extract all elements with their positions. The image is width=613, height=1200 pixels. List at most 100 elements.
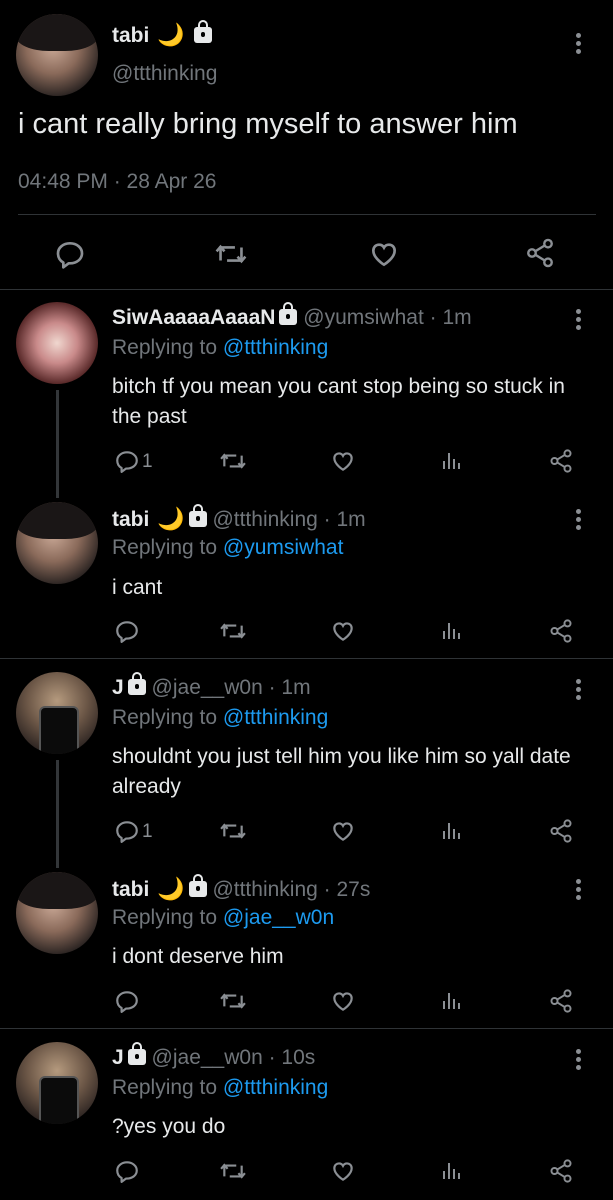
replying-to-handle[interactable]: @ttthinking bbox=[223, 706, 328, 729]
display-name[interactable]: tabi bbox=[112, 508, 149, 531]
more-icon[interactable] bbox=[576, 506, 582, 533]
lock-icon bbox=[188, 874, 207, 897]
author-line: SiwAaaaaAaaaN @yumsiwhat · 1m bbox=[112, 302, 472, 330]
replying-prefix: Replying to bbox=[112, 706, 218, 729]
reply-count: 1 bbox=[142, 451, 153, 472]
avatar[interactable] bbox=[16, 872, 98, 954]
display-name[interactable]: J bbox=[112, 1046, 124, 1069]
divider bbox=[0, 658, 613, 659]
reply-icon[interactable] bbox=[114, 988, 140, 1014]
replying-prefix: Replying to bbox=[112, 906, 218, 929]
replying-to: Replying to @ttthinking bbox=[112, 1076, 328, 1100]
divider bbox=[0, 1028, 613, 1029]
handle[interactable]: @ttthinking bbox=[212, 878, 317, 901]
moon-emoji: 🌙 bbox=[157, 876, 185, 901]
share-icon[interactable] bbox=[524, 236, 556, 270]
replying-prefix: Replying to bbox=[112, 1076, 218, 1099]
avatar[interactable] bbox=[16, 502, 98, 584]
analytics-icon[interactable] bbox=[440, 988, 464, 1014]
handle[interactable]: @ttthinking bbox=[112, 62, 217, 86]
analytics-icon[interactable] bbox=[440, 618, 464, 644]
lock-icon bbox=[127, 1042, 146, 1065]
analytics-icon[interactable] bbox=[440, 818, 464, 844]
retweet-icon[interactable] bbox=[214, 238, 248, 270]
share-icon[interactable] bbox=[548, 448, 574, 474]
reply-icon[interactable] bbox=[114, 618, 140, 644]
handle[interactable]: @jae__w0n bbox=[152, 1046, 263, 1069]
reply-icon[interactable] bbox=[54, 238, 86, 270]
reply-icon[interactable] bbox=[114, 818, 140, 844]
replying-to: Replying to @ttthinking bbox=[112, 706, 328, 730]
avatar[interactable] bbox=[16, 302, 98, 384]
display-name[interactable]: tabi bbox=[112, 878, 149, 901]
avatar[interactable] bbox=[16, 1042, 98, 1124]
replying-to: Replying to @yumsiwhat bbox=[112, 536, 343, 560]
analytics-icon[interactable] bbox=[440, 448, 464, 474]
analytics-icon[interactable] bbox=[440, 1158, 464, 1184]
replying-to-handle[interactable]: @jae__w0n bbox=[223, 906, 334, 929]
handle[interactable]: @yumsiwhat bbox=[303, 306, 424, 329]
moon-emoji: 🌙 bbox=[157, 22, 185, 47]
time: · 1m bbox=[429, 306, 472, 329]
tweet-text: bitch tf you mean you cant stop being so… bbox=[112, 375, 565, 428]
more-icon[interactable] bbox=[576, 876, 582, 903]
time: · 1m bbox=[323, 508, 366, 531]
replying-to: Replying to @jae__w0n bbox=[112, 906, 334, 930]
replying-to-handle[interactable]: @ttthinking bbox=[223, 336, 328, 359]
reply-icon[interactable] bbox=[114, 1158, 140, 1184]
retweet-icon[interactable] bbox=[218, 618, 248, 644]
tweet-text: ?yes you do bbox=[112, 1115, 226, 1138]
replying-prefix: Replying to bbox=[112, 336, 218, 359]
tweet-text: i cant bbox=[112, 576, 163, 599]
heart-icon[interactable] bbox=[330, 448, 356, 474]
retweet-icon[interactable] bbox=[218, 988, 248, 1014]
replying-to-handle[interactable]: @yumsiwhat bbox=[223, 536, 344, 559]
author-line: tabi 🌙 @ttthinking · 1m bbox=[112, 504, 366, 532]
avatar[interactable] bbox=[16, 672, 98, 754]
lock-icon bbox=[188, 504, 207, 527]
display-name[interactable]: SiwAaaaaAaaaN bbox=[112, 306, 275, 329]
retweet-icon[interactable] bbox=[218, 818, 248, 844]
handle[interactable]: @jae__w0n bbox=[152, 676, 263, 699]
handle[interactable]: @ttthinking bbox=[212, 508, 317, 531]
share-icon[interactable] bbox=[548, 618, 574, 644]
retweet-icon[interactable] bbox=[218, 448, 248, 474]
replying-to: Replying to @ttthinking bbox=[112, 336, 328, 360]
time: · 10s bbox=[268, 1046, 316, 1069]
reply-icon[interactable] bbox=[114, 448, 140, 474]
heart-icon[interactable] bbox=[368, 238, 400, 270]
more-icon[interactable] bbox=[576, 676, 582, 703]
reply-count: 1 bbox=[142, 821, 153, 842]
timestamp: 04:48 PM · 28 Apr 26 bbox=[18, 170, 217, 193]
replying-prefix: Replying to bbox=[112, 536, 218, 559]
tweet-text: i dont deserve him bbox=[112, 945, 284, 968]
share-icon[interactable] bbox=[548, 1158, 574, 1184]
share-icon[interactable] bbox=[548, 818, 574, 844]
lock-icon bbox=[127, 672, 146, 695]
retweet-icon[interactable] bbox=[218, 1158, 248, 1184]
more-icon[interactable] bbox=[576, 1046, 582, 1073]
heart-icon[interactable] bbox=[330, 818, 356, 844]
time: · 1m bbox=[268, 676, 311, 699]
heart-icon[interactable] bbox=[330, 618, 356, 644]
share-icon[interactable] bbox=[548, 988, 574, 1014]
author-line: J @jae__w0n · 1m bbox=[112, 672, 311, 700]
moon-emoji: 🌙 bbox=[157, 506, 185, 531]
thread-line bbox=[56, 760, 59, 868]
replying-to-handle[interactable]: @ttthinking bbox=[223, 1076, 328, 1099]
heart-icon[interactable] bbox=[330, 1158, 356, 1184]
heart-icon[interactable] bbox=[330, 988, 356, 1014]
author-line: tabi 🌙 @ttthinking · 27s bbox=[112, 874, 371, 902]
tweet-text: shouldnt you just tell him you like him … bbox=[112, 745, 571, 798]
avatar[interactable] bbox=[16, 14, 98, 96]
display-name[interactable]: tabi bbox=[112, 24, 149, 47]
lock-icon bbox=[194, 20, 213, 43]
lock-icon bbox=[279, 302, 298, 325]
author-line: tabi 🌙 bbox=[112, 20, 213, 48]
more-icon[interactable] bbox=[576, 30, 582, 57]
time: · 27s bbox=[323, 878, 371, 901]
divider bbox=[0, 289, 613, 290]
divider bbox=[18, 214, 596, 215]
more-icon[interactable] bbox=[576, 306, 582, 333]
display-name[interactable]: J bbox=[112, 676, 124, 699]
